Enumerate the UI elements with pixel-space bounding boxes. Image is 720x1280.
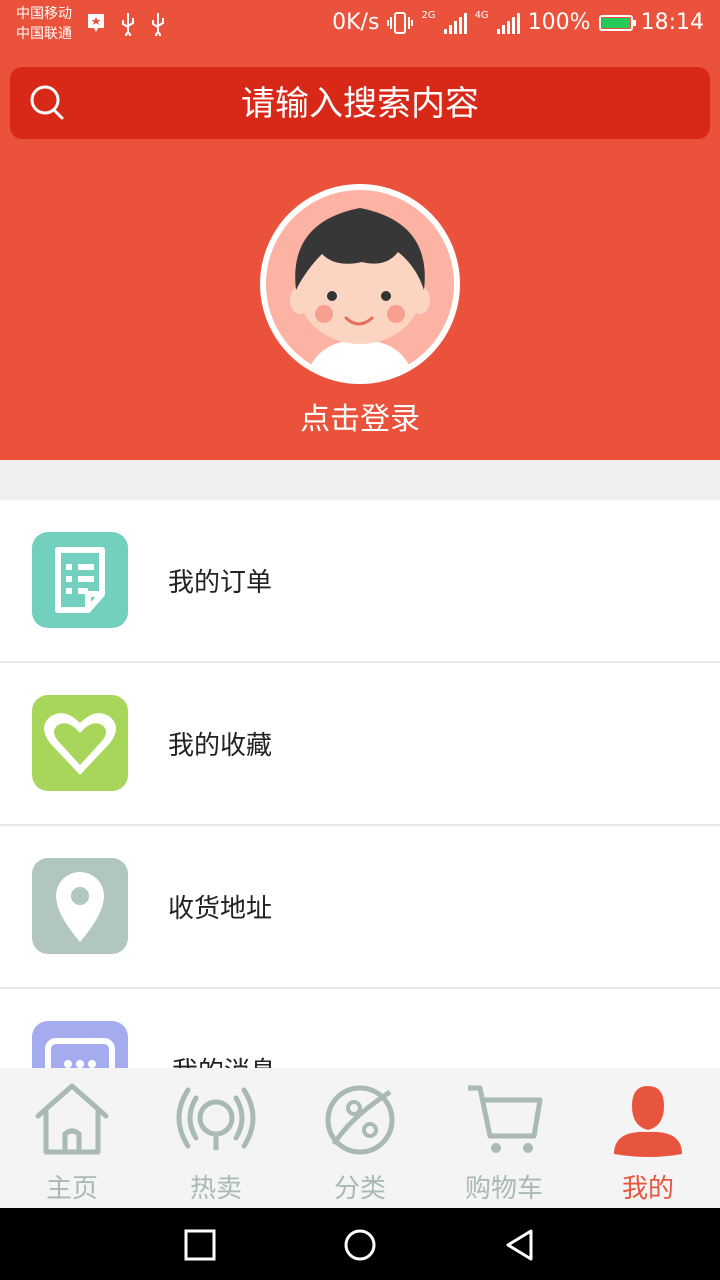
network-4g-label: 4G <box>474 10 489 21</box>
bottom-tab-bar: 主页 热卖 分类 购物车 我的 <box>0 1068 720 1208</box>
avatar-boy-illustration <box>290 208 430 378</box>
system-nav-bar <box>0 1208 720 1280</box>
search-bar[interactable]: 请输入搜索内容 <box>10 67 710 139</box>
status-bar: 中国移动 中国联通 0K/s 2G 4G 100% 18:14 <box>0 0 720 52</box>
tab-me[interactable]: 我的 <box>576 1068 720 1208</box>
tab-label: 分类 <box>333 1174 386 1204</box>
hot-icon <box>176 1087 256 1150</box>
location-pin-icon <box>32 858 128 954</box>
menu-item-label: 收货地址 <box>168 894 273 924</box>
network-2g-label: 2G <box>421 10 436 21</box>
menu-list: 我的订单 我的收藏 收货地址 我的消息 <box>0 500 720 1070</box>
search-placeholder: 请输入搜索内容 <box>241 84 479 124</box>
menu-item-label: 我的订单 <box>168 568 273 598</box>
message-icon <box>32 1021 128 1070</box>
tab-label: 购物车 <box>464 1174 543 1204</box>
vibrate-icon <box>387 11 414 34</box>
menu-item-favorites[interactable]: 我的收藏 <box>0 663 720 826</box>
order-icon <box>32 532 128 628</box>
network-speed: 0K/s <box>332 10 380 35</box>
signal-icon <box>443 12 467 34</box>
battery-icon <box>598 14 636 31</box>
carrier-1: 中国移动 <box>16 6 72 22</box>
home-icon <box>35 1083 109 1155</box>
avatar[interactable] <box>260 184 460 384</box>
home-button-icon[interactable] <box>343 1228 377 1262</box>
tab-label: 热卖 <box>189 1174 242 1204</box>
carrier-names: 中国移动 中国联通 <box>16 4 72 44</box>
menu-item-label: 我的收藏 <box>168 731 273 761</box>
status-right: 0K/s 2G 4G 100% 18:14 <box>332 10 704 35</box>
usb-icon <box>122 13 134 36</box>
tab-cart[interactable]: 购物车 <box>432 1068 576 1208</box>
menu-item-messages[interactable]: 我的消息 <box>0 989 720 1070</box>
category-icon <box>325 1085 395 1155</box>
recent-apps-icon[interactable] <box>183 1228 217 1262</box>
menu-item-orders[interactable]: 我的订单 <box>0 500 720 663</box>
cart-icon <box>468 1085 543 1153</box>
clock: 18:14 <box>640 10 704 35</box>
tab-label: 我的 <box>621 1174 674 1204</box>
user-icon <box>614 1086 682 1157</box>
app-notification-icon <box>88 14 104 32</box>
notification-icons <box>86 12 166 36</box>
profile-header: 中国移动 中国联通 0K/s 2G 4G 100% 18:14 请输入搜索内容 <box>0 0 720 460</box>
menu-item-address[interactable]: 收货地址 <box>0 826 720 989</box>
tab-category[interactable]: 分类 <box>288 1068 432 1208</box>
tab-hot[interactable]: 热卖 <box>144 1068 288 1208</box>
heart-icon <box>32 695 128 791</box>
back-icon[interactable] <box>503 1228 537 1262</box>
tab-home[interactable]: 主页 <box>0 1068 144 1208</box>
login-label[interactable]: 点击登录 <box>0 394 720 438</box>
usb-icon <box>152 13 164 36</box>
signal-icon <box>496 12 520 34</box>
battery-percent: 100% <box>527 10 591 35</box>
tab-label: 主页 <box>45 1174 98 1204</box>
carrier-2: 中国联通 <box>16 26 72 42</box>
